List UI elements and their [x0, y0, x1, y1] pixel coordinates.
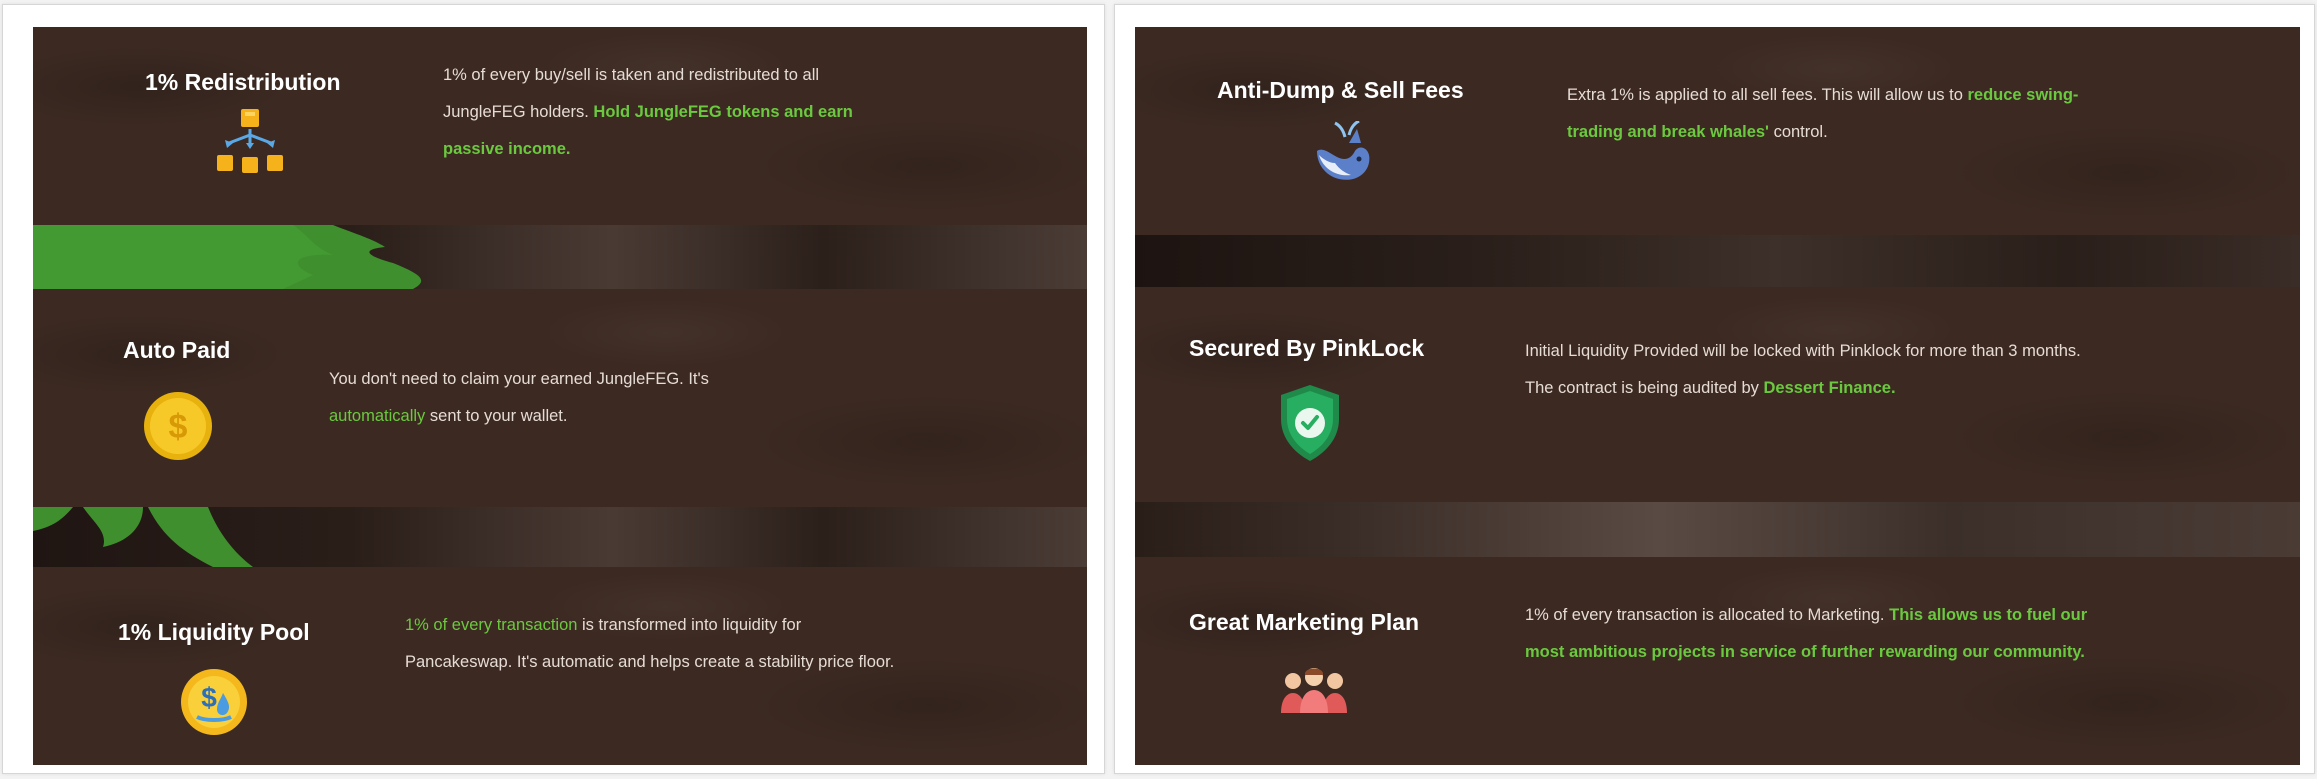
liquidity-coin-icon: $: [181, 669, 247, 735]
feature-anti-dump: Anti-Dump & Sell Fees Extra 1% is applie…: [1135, 27, 2300, 235]
people-group-icon: [1281, 668, 1347, 713]
jungle-leaf-decoration: [33, 507, 253, 567]
svg-text:$: $: [169, 408, 188, 446]
feature-redistribution: 1% Redistribution 1% of every buy/sell i…: [33, 27, 1087, 225]
jungle-divider: [33, 507, 1087, 567]
feature-description: Initial Liquidity Provided will be locke…: [1525, 342, 2081, 397]
feature-description: You don't need to claim your earned Jung…: [329, 370, 709, 425]
description-highlight: automatically: [329, 407, 426, 425]
feature-pinklock: Secured By PinkLock Initial Liquidity Pr…: [1135, 287, 2300, 502]
feature-marketing-plan: Great Marketing Plan 1% of every transac…: [1135, 557, 2300, 765]
feature-title: 1% Redistribution: [145, 69, 341, 95]
whale-icon: [1317, 121, 1370, 180]
feature-description: 1% of every transaction is transformed i…: [405, 616, 895, 671]
feature-description: 1% of every buy/sell is taken and redist…: [443, 66, 853, 158]
shield-check-icon: [1281, 385, 1339, 461]
right-feature-panel: Anti-Dump & Sell Fees Extra 1% is applie…: [1114, 4, 2315, 774]
feature-title: Secured By PinkLock: [1189, 335, 1425, 361]
dark-divider: [1135, 502, 2300, 557]
jungle-divider: [33, 225, 1087, 289]
feature-title: 1% Liquidity Pool: [118, 619, 310, 645]
feature-title: Auto Paid: [123, 337, 231, 363]
left-feature-card: 1% Redistribution 1% of every buy/sell i…: [33, 27, 1087, 765]
left-feature-panel: 1% Redistribution 1% of every buy/sell i…: [2, 4, 1105, 774]
description-highlight: 1% of every transaction: [405, 616, 578, 634]
svg-text:$: $: [201, 682, 217, 713]
feature-title: Anti-Dump & Sell Fees: [1217, 77, 1464, 103]
description-highlight: Dessert Finance.: [1763, 379, 1896, 397]
gold-coin-dollar-icon: $: [144, 392, 212, 460]
feature-title: Great Marketing Plan: [1189, 609, 1420, 635]
jungle-leaf-decoration: [33, 225, 422, 289]
right-feature-card: Anti-Dump & Sell Fees Extra 1% is applie…: [1135, 27, 2300, 765]
feature-liquidity-pool: 1% Liquidity Pool $ 1% of every transact…: [33, 567, 1087, 765]
feature-description: Extra 1% is applied to all sell fees. Th…: [1567, 86, 2079, 141]
feature-description: 1% of every transaction is allocated to …: [1525, 606, 2088, 661]
network-distribution-icon: [217, 109, 283, 173]
feature-auto-paid: Auto Paid $ You don't need to claim your…: [33, 289, 1087, 507]
dark-divider: [1135, 235, 2300, 287]
